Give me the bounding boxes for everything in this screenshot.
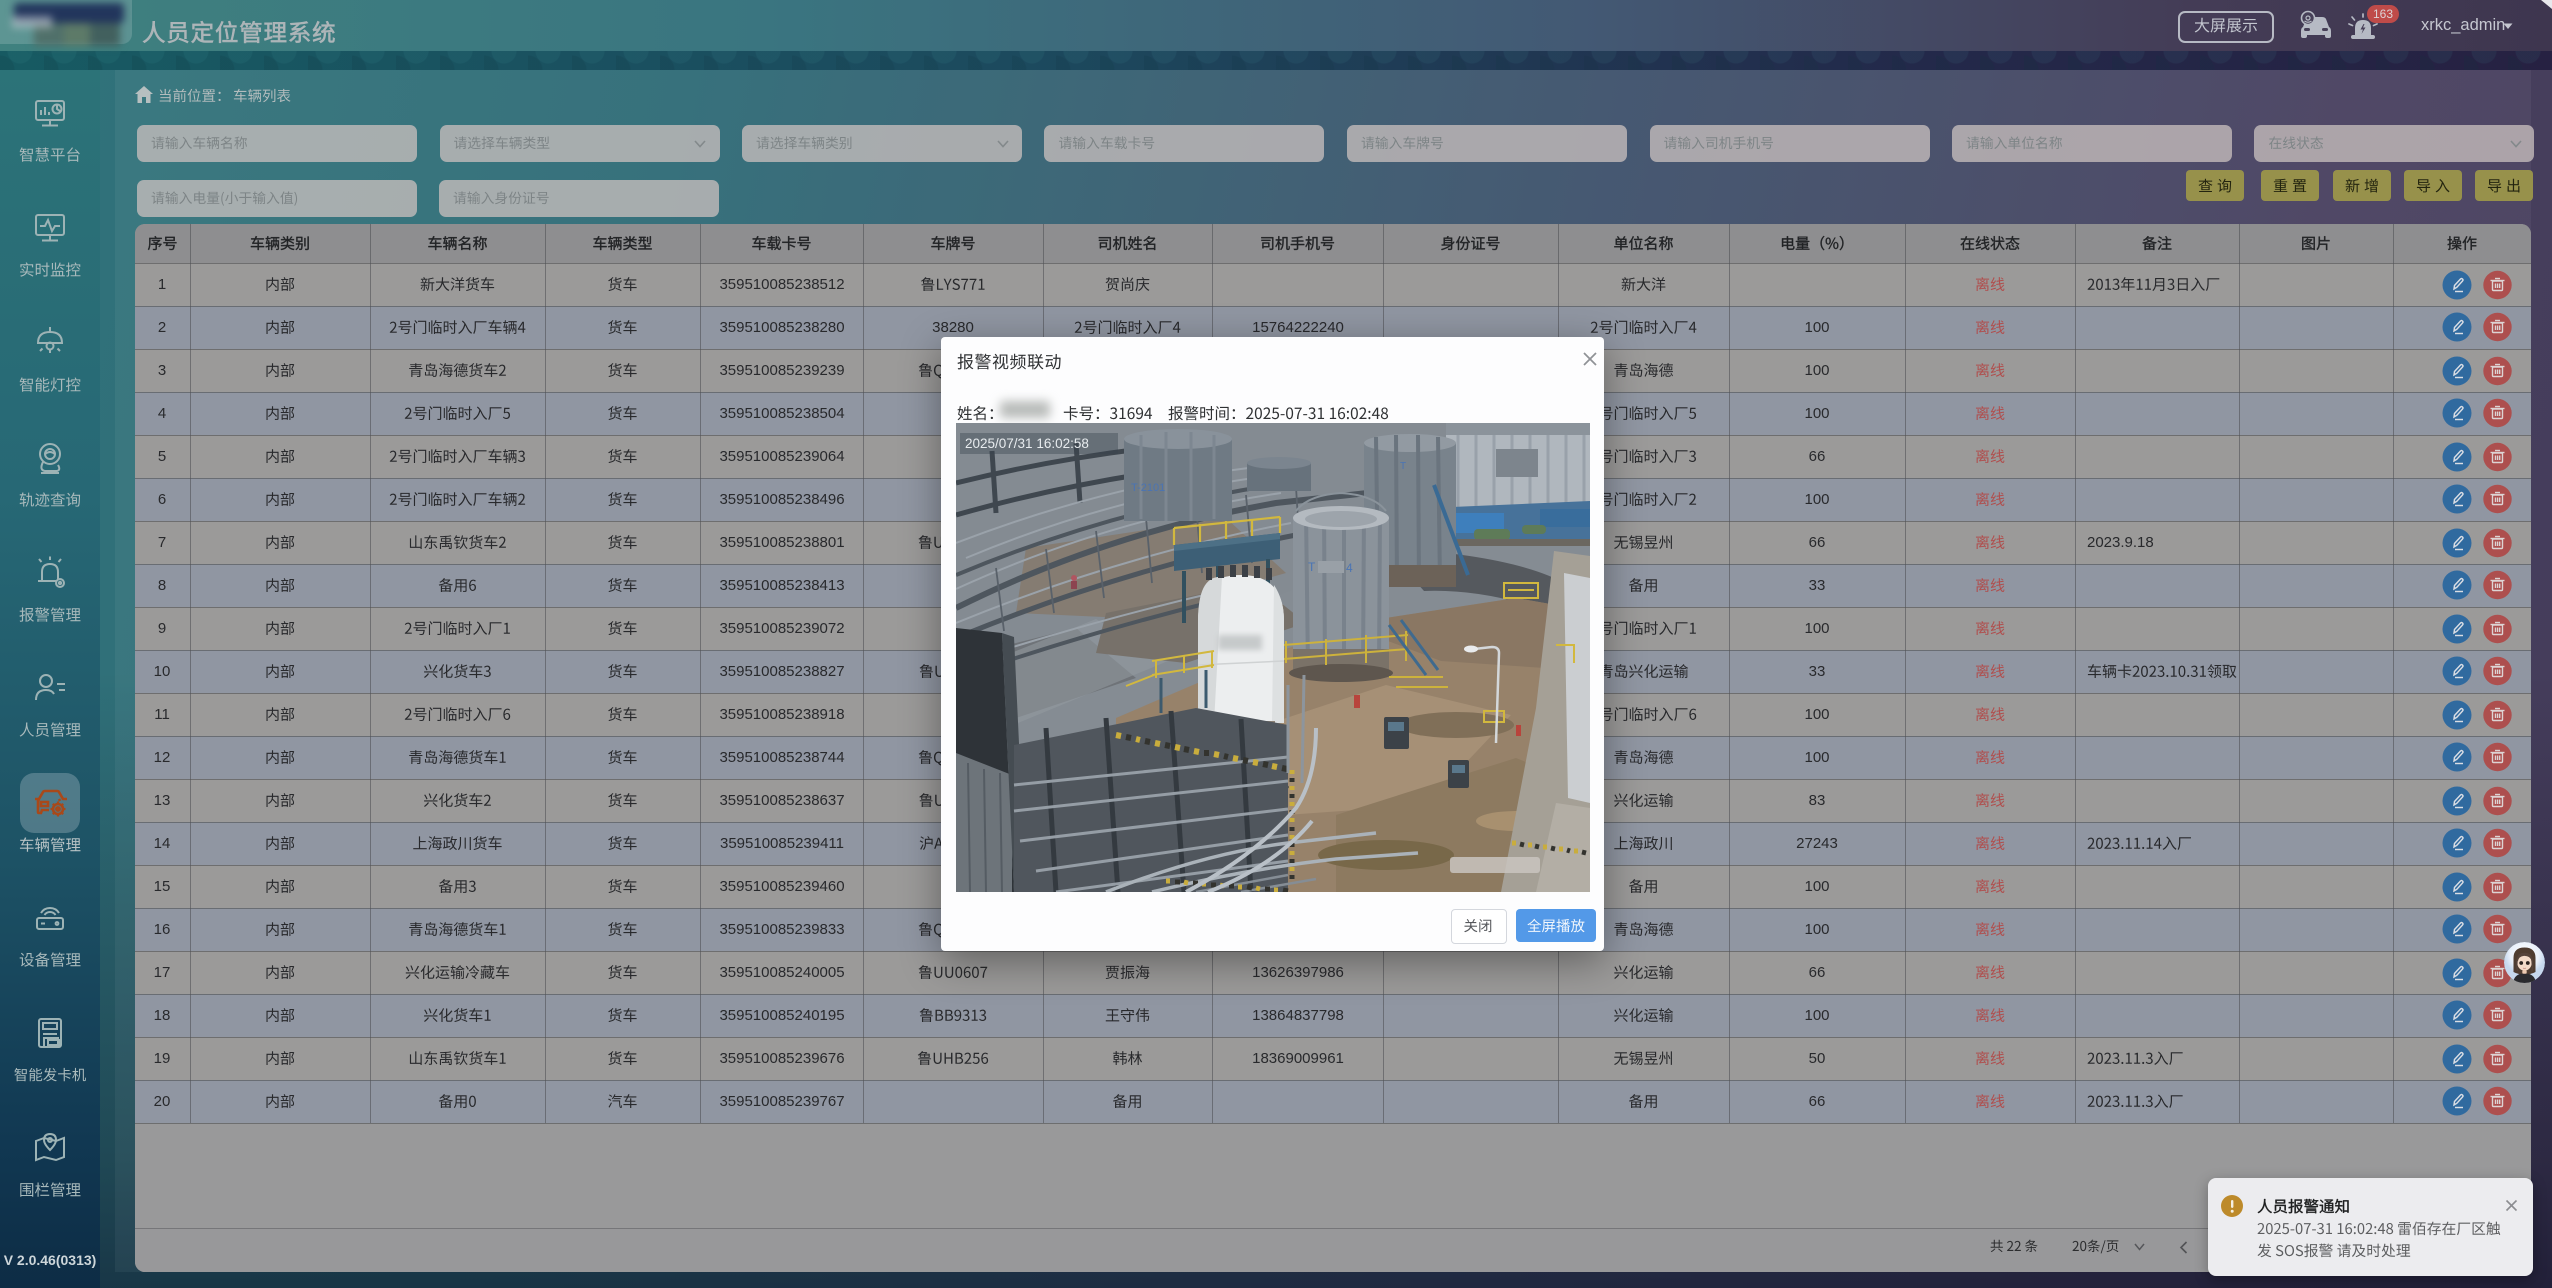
svg-text:4: 4 [1346, 561, 1353, 575]
svg-text:2025/07/31 16:02:58: 2025/07/31 16:02:58 [965, 436, 1089, 451]
svg-text:T: T [1308, 560, 1316, 574]
svg-text:T-2101: T-2101 [1131, 482, 1165, 494]
svg-text:T: T [1400, 461, 1406, 472]
